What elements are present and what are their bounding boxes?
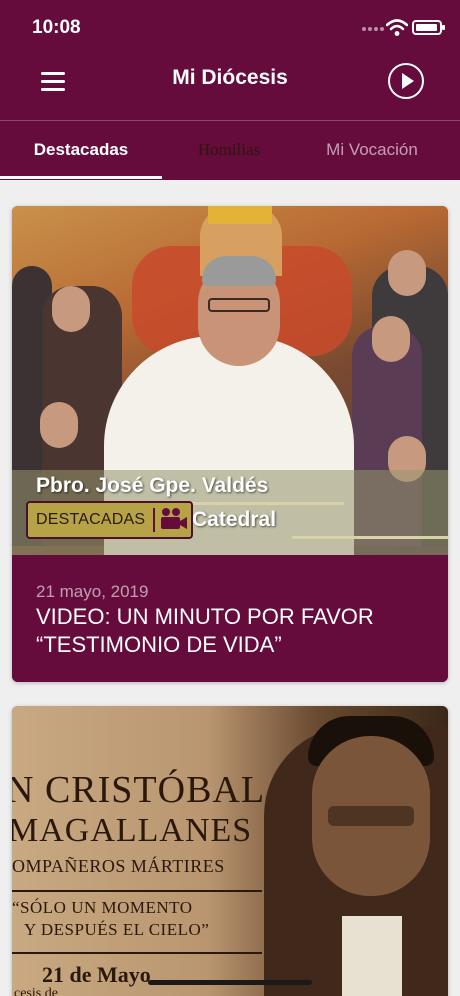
thumbnail-text: “SÓLO UN MOMENTO	[12, 898, 193, 917]
active-tab-indicator	[0, 176, 162, 179]
thumbnail-caption-name: Pbro. José Gpe. Valdés	[36, 474, 269, 497]
thumbnail-text: Y DESPUÉS EL CIELO”	[24, 920, 210, 939]
article-thumbnail[interactable]: N CRISTÓBAL MAGALLANES OMPAÑEROS MÁRTIRE…	[12, 706, 448, 996]
top-header: 10:08 Mi Diócesis Destacadas Homilias Mi…	[0, 0, 460, 180]
thumbnail-text: OMPAÑEROS MÁRTIRES	[12, 856, 225, 876]
category-badge: DESTACADAS	[26, 501, 194, 539]
card-title-line1: VIDEO: UN MINUTO POR FAVOR	[36, 604, 374, 629]
play-circle-icon[interactable]	[388, 63, 424, 99]
app-bar: Mi Diócesis	[0, 56, 460, 120]
battery-icon	[412, 20, 445, 35]
status-time: 10:08	[32, 17, 81, 38]
thumbnail-caption-place: Catedral	[192, 508, 277, 531]
card-title-line2: “TESTIMONIO DE VIDA”	[36, 632, 282, 657]
video-camera-icon	[155, 503, 191, 537]
news-card[interactable]: Pbro. José Gpe. Valdés Catedral DESTACAD…	[12, 206, 448, 682]
video-thumbnail[interactable]: Pbro. José Gpe. Valdés Catedral DESTACAD…	[12, 206, 448, 555]
signal-icon	[362, 27, 384, 33]
card-title[interactable]: VIDEO: UN MINUTO POR FAVOR “TESTIMONIO D…	[36, 603, 436, 659]
tab-mi-vocacion[interactable]: Mi Vocación	[296, 121, 448, 180]
home-indicator[interactable]	[148, 980, 312, 985]
thumbnail-text: cesis de	[14, 986, 58, 996]
status-bar: 10:08	[0, 0, 460, 56]
app-screen: 10:08 Mi Diócesis Destacadas Homilias Mi…	[0, 0, 460, 996]
thumbnail-text: N CRISTÓBAL	[12, 769, 266, 811]
tab-destacadas[interactable]: Destacadas	[0, 121, 162, 180]
thumbnail-text: 21 de Mayo	[42, 962, 151, 987]
thumbnail-text: MAGALLANES	[12, 812, 253, 849]
card-date: 21 mayo, 2019	[36, 582, 149, 601]
tab-homilias[interactable]: Homilias	[162, 121, 296, 180]
wifi-icon	[385, 19, 409, 37]
news-card[interactable]: N CRISTÓBAL MAGALLANES OMPAÑEROS MÁRTIRE…	[12, 706, 448, 996]
tab-bar: Destacadas Homilias Mi Vocación	[0, 121, 460, 180]
badge-label: DESTACADAS	[36, 511, 146, 528]
